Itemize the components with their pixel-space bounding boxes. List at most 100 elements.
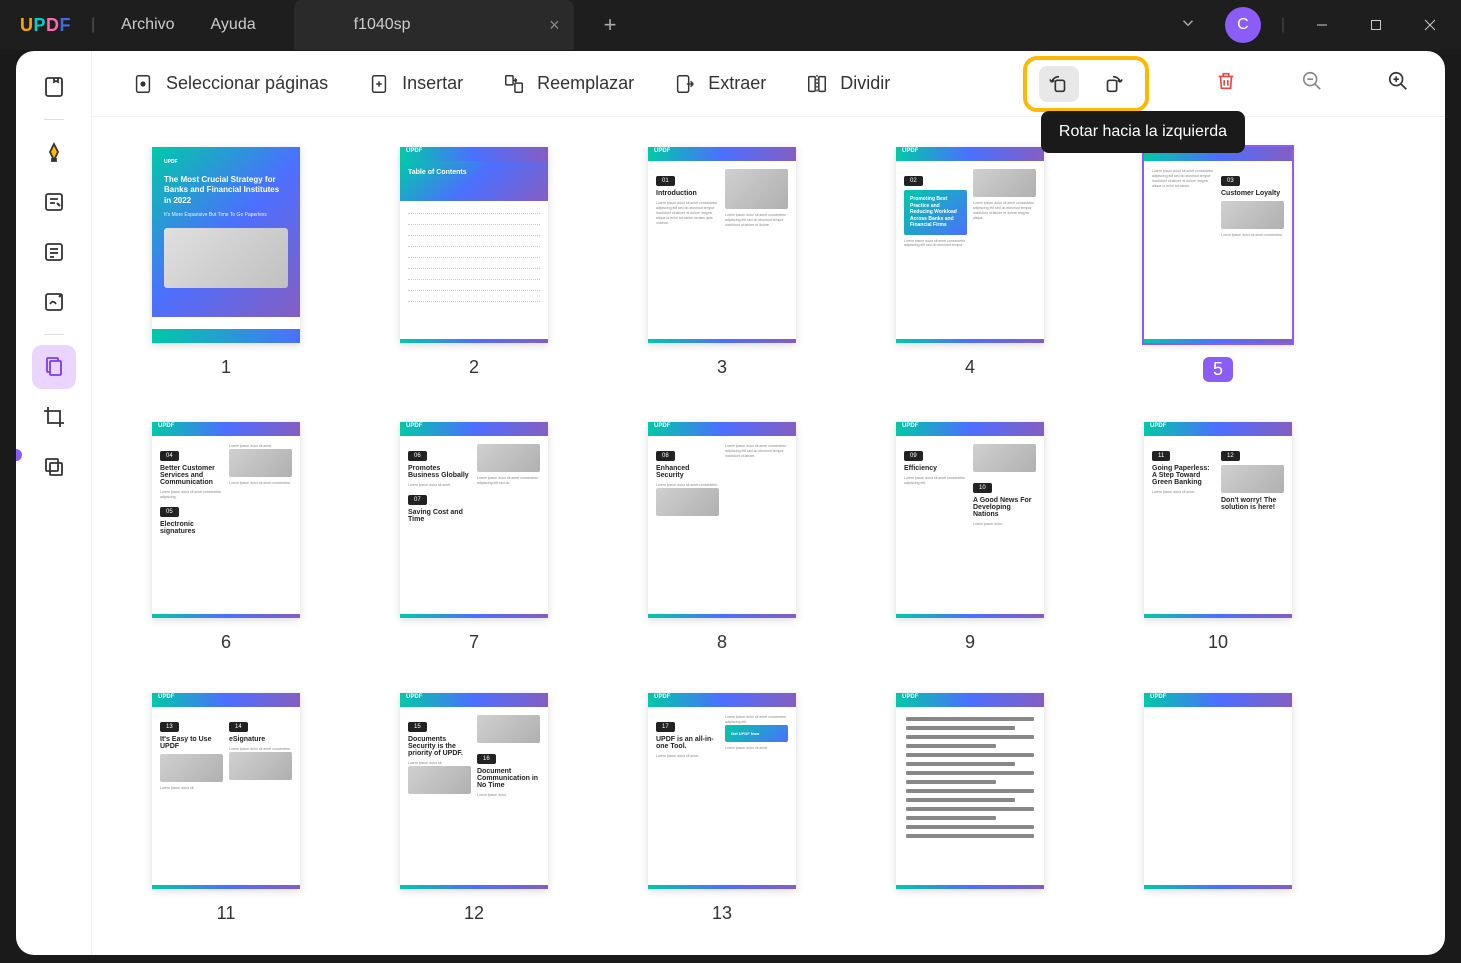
rotate-left-button[interactable] [1039, 66, 1079, 102]
crop-icon[interactable] [32, 395, 76, 439]
thumb-title: Going Paperless: A Step Toward Green Ban… [1152, 465, 1215, 486]
replace-label: Reemplazar [537, 73, 634, 94]
page-thumbnail-10[interactable]: 11 Going Paperless: A Step Toward Green … [1124, 422, 1312, 653]
document-tab[interactable]: f1040sp × [294, 0, 574, 50]
page-thumbnail-8[interactable]: 08 Enhanced Security Lorem ipsum dolor s… [628, 422, 816, 653]
page-thumbnail-9[interactable]: 09 Efficiency Lorem ipsum dolor sit amet… [876, 422, 1064, 653]
content-area: Seleccionar páginas Insertar Reemplazar … [16, 51, 1445, 955]
page-number: 1 [221, 357, 231, 378]
page-thumbnail-15[interactable]: ... [1124, 693, 1312, 924]
add-tab-button[interactable]: + [594, 12, 627, 38]
thumb-title: Electronic signatures [160, 521, 223, 535]
thumb-badge: 13 [160, 722, 179, 732]
menu-file[interactable]: Archivo [103, 2, 192, 48]
thumb-title: Saving Cost and Time [408, 509, 471, 523]
thumb-title: Customer Loyalty [1221, 190, 1284, 197]
thumb-title: Efficiency [904, 465, 967, 472]
thumb-badge: 17 [656, 722, 675, 732]
page-number: 5 [1203, 357, 1233, 382]
form-mode-icon[interactable] [32, 230, 76, 274]
thumb-title: A Good News For Developing Nations [973, 497, 1036, 518]
thumb-badge: 12 [1221, 451, 1240, 461]
close-button[interactable] [1407, 5, 1453, 45]
fill-sign-icon[interactable] [32, 280, 76, 324]
rotate-group [1023, 56, 1149, 112]
page-thumbnail-13[interactable]: 17 UPDF is an all-in-one Tool. Lorem ips… [628, 693, 816, 924]
page-grid[interactable]: UPDF The Most Crucial Strategy for Banks… [92, 117, 1445, 955]
select-pages-button[interactable]: Seleccionar páginas [132, 73, 328, 95]
comment-mode-icon[interactable] [32, 130, 76, 174]
chevron-down-icon[interactable] [1165, 6, 1211, 45]
extract-button[interactable]: Extraer [674, 73, 766, 95]
thumb-badge: 04 [160, 451, 179, 461]
titlebar: UPDF | Archivo Ayuda f1040sp × + C | [0, 0, 1461, 50]
page-thumbnail-5[interactable]: Lorem ipsum dolor sit amet consectetur a… [1124, 147, 1312, 382]
thumb-badge: 02 [904, 176, 923, 186]
organize-pages-icon[interactable] [32, 345, 76, 389]
thumb-badge: 03 [1221, 176, 1240, 186]
delete-button[interactable] [1209, 64, 1243, 103]
rotate-right-button[interactable] [1093, 66, 1133, 102]
page-number: 2 [469, 357, 479, 378]
page-thumbnail-2[interactable]: Table of Contents 2 [380, 147, 568, 382]
thumb-title: Introduction [656, 190, 719, 197]
thumb-title: Promotes Business Globally [408, 465, 471, 479]
zoom-in-button[interactable] [1381, 64, 1415, 103]
user-avatar[interactable]: C [1225, 7, 1261, 43]
thumb-badge: 01 [656, 176, 675, 186]
toolbar: Seleccionar páginas Insertar Reemplazar … [92, 51, 1445, 117]
rotate-left-tooltip: Rotar hacia la izquierda [1041, 111, 1245, 153]
tab-close-icon[interactable]: × [549, 15, 560, 36]
page-number: 6 [221, 632, 231, 653]
thumb-badge: 16 [477, 754, 496, 764]
zoom-out-button[interactable] [1295, 64, 1329, 103]
page-thumbnail-7[interactable]: 06 Promotes Business Globally Lorem ipsu… [380, 422, 568, 653]
reader-mode-icon[interactable] [32, 65, 76, 109]
page-thumbnail-12[interactable]: 15 Documents Security is the priority of… [380, 693, 568, 924]
page-thumbnail-1[interactable]: UPDF The Most Crucial Strategy for Banks… [132, 147, 320, 382]
thumb-title: Documents Security is the priority of UP… [408, 736, 471, 757]
maximize-button[interactable] [1353, 5, 1399, 45]
page-thumbnail-14[interactable] [876, 693, 1064, 924]
thumb-badge: 14 [229, 722, 248, 732]
page-number: 12 [464, 903, 484, 924]
thumb-title: Table of Contents [400, 161, 548, 201]
thumb-title: Enhanced Security [656, 465, 719, 479]
insert-button[interactable]: Insertar [368, 73, 463, 95]
split-label: Dividir [840, 73, 890, 94]
left-sidebar [16, 51, 92, 955]
thumb-badge: 09 [904, 451, 923, 461]
thumb-badge: 11 [1152, 451, 1170, 461]
watermark-icon[interactable] [32, 445, 76, 489]
thumb-title: UPDF is an all-in-one Tool. [656, 736, 719, 750]
thumb-badge: 06 [408, 451, 427, 461]
replace-button[interactable]: Reemplazar [503, 73, 634, 95]
thumb-title: eSignature [229, 736, 292, 743]
page-thumbnail-11[interactable]: 13 It's Easy to Use UPDF Lorem ipsum dol… [132, 693, 320, 924]
page-thumbnail-3[interactable]: 01 Introduction Lorem ipsum dolor sit am… [628, 147, 816, 382]
minimize-button[interactable] [1299, 5, 1345, 45]
thumb-title: The Most Crucial Strategy for Banks and … [164, 175, 288, 206]
thumb-title: Don't worry! The solution is here! [1221, 497, 1284, 511]
page-thumbnail-4[interactable]: 02 Promoting Best Practice and Reducing … [876, 147, 1064, 382]
page-number: 3 [717, 357, 727, 378]
page-number: 8 [717, 632, 727, 653]
edit-mode-icon[interactable] [32, 180, 76, 224]
thumb-badge: 07 [408, 495, 427, 505]
page-number: 11 [217, 903, 236, 924]
page-number: 10 [1208, 632, 1228, 653]
page-number: 9 [965, 632, 975, 653]
thumb-title: Better Customer Services and Communicati… [160, 465, 223, 486]
thumb-title: It's Easy to Use UPDF [160, 736, 223, 750]
menu-help[interactable]: Ayuda [193, 2, 274, 48]
split-button[interactable]: Dividir [806, 73, 890, 95]
page-thumbnail-6[interactable]: 04 Better Customer Services and Communic… [132, 422, 320, 653]
thumb-title: Promoting Best Practice and Reducing Wor… [904, 190, 967, 235]
page-number: 4 [965, 357, 975, 378]
select-pages-label: Seleccionar páginas [166, 73, 328, 94]
tab-title: f1040sp [354, 16, 411, 34]
thumb-subtitle: It's More Expansive But Time To Go Paper… [164, 212, 288, 218]
main-panel: Seleccionar páginas Insertar Reemplazar … [92, 51, 1445, 955]
app-logo: UPDF [8, 15, 83, 36]
thumb-title: Document Communication in No Time [477, 768, 540, 789]
